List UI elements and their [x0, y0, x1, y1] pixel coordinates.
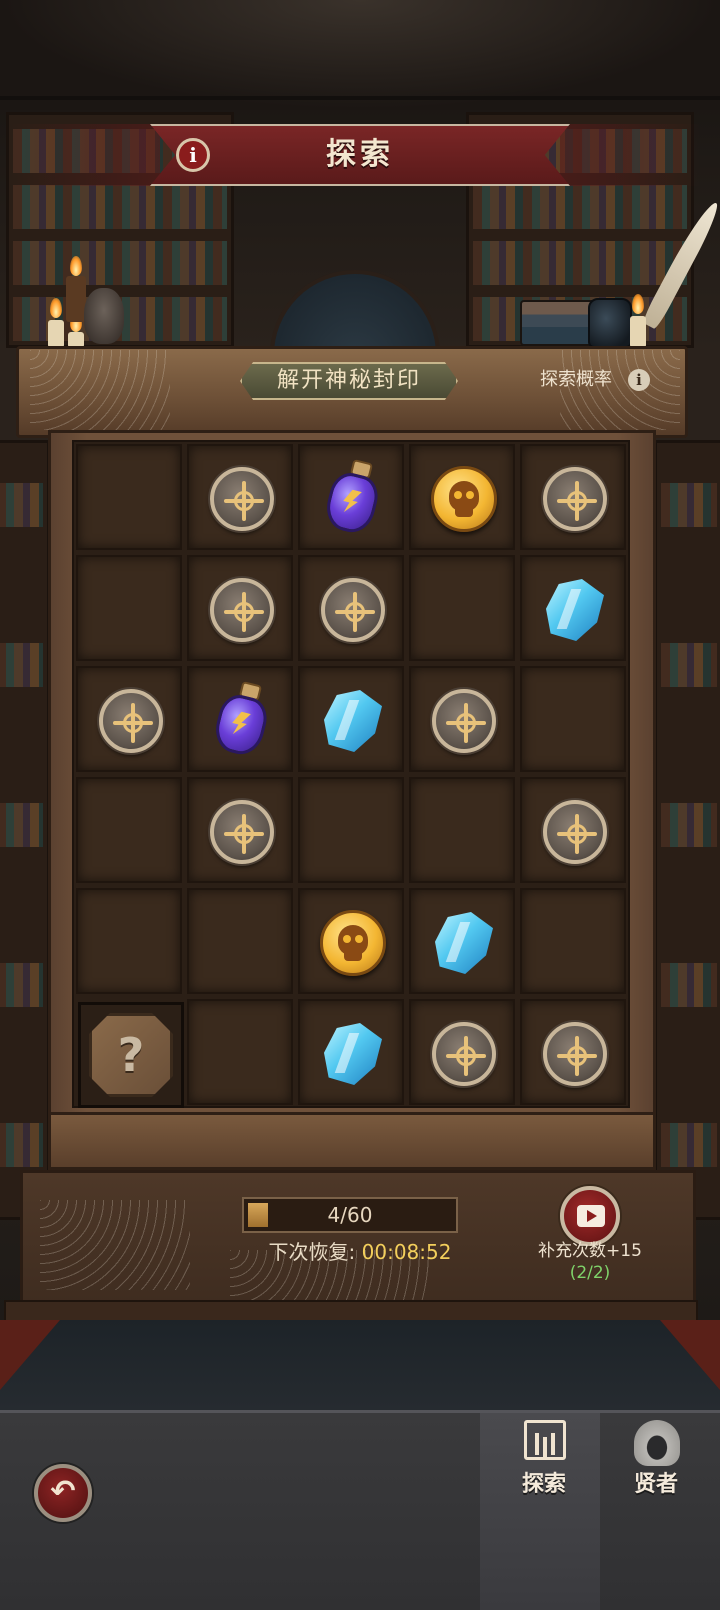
- compass-medal-icon: [321, 578, 385, 642]
- candle-left-1: [48, 320, 64, 348]
- refill-label: 补充次数+15: [538, 1241, 642, 1261]
- cabinet-base: [48, 1112, 656, 1170]
- grid-cell[interactable]: [520, 555, 626, 661]
- candle-left-3: [66, 276, 86, 322]
- floor-rug: [0, 1320, 720, 1410]
- grid-cell[interactable]: [409, 555, 515, 661]
- candle-flame-icon: [70, 256, 82, 276]
- grid-cell[interactable]: [298, 555, 404, 661]
- grid-cell[interactable]: [298, 999, 404, 1105]
- page-title: 探索: [326, 137, 394, 172]
- blue-crystal-icon: [324, 1023, 382, 1085]
- compass-medal-icon: [543, 467, 607, 531]
- next-recovery: 下次恢复: 00:08:52: [200, 1238, 520, 1266]
- grid-cell[interactable]: [76, 888, 182, 994]
- compass-medal-icon: [210, 800, 274, 864]
- grid-cell[interactable]: [187, 888, 293, 994]
- compass-medal-icon: [543, 1022, 607, 1086]
- grid-cell[interactable]: [76, 555, 182, 661]
- watch-video-refill-button[interactable]: [560, 1186, 620, 1246]
- grid-cell[interactable]: [409, 999, 515, 1105]
- banner-fade-right: [560, 124, 700, 186]
- tab-sage-label[interactable]: 贤者: [634, 1466, 678, 1498]
- compass-medal-icon: [99, 689, 163, 753]
- candle-flame-icon: [50, 298, 62, 318]
- grid-cell[interactable]: [520, 444, 626, 550]
- grid-cell[interactable]: [409, 666, 515, 772]
- cobweb-decoration: [30, 350, 170, 430]
- compass-medal-icon: [432, 1022, 496, 1086]
- grid-cell[interactable]: [520, 999, 626, 1105]
- probability-info-icon[interactable]: i: [628, 369, 650, 391]
- skull-coin-icon: [320, 910, 386, 976]
- grid-cell[interactable]: [187, 777, 293, 883]
- grid-cell[interactable]: [298, 666, 404, 772]
- grid-cell[interactable]: [187, 555, 293, 661]
- ceiling: [0, 0, 720, 110]
- grid-cell[interactable]: [187, 444, 293, 550]
- skull-decoration-icon: [84, 288, 124, 344]
- cobweb-decoration: [40, 1200, 190, 1290]
- bottom-nav: [0, 1410, 720, 1610]
- unseal-label[interactable]: 解开神秘封印: [240, 362, 458, 400]
- next-recovery-time: 00:08:52: [361, 1240, 452, 1264]
- grid-cell[interactable]: [520, 888, 626, 994]
- ceiling-beam: [0, 96, 720, 100]
- next-recovery-label: 下次恢复:: [268, 1240, 356, 1264]
- blue-crystal-icon: [435, 912, 493, 974]
- inkpot-icon: [588, 298, 632, 348]
- tab-explore-label: 探索: [522, 1472, 567, 1497]
- candle-right: [630, 316, 646, 348]
- candle-flame-icon: [632, 294, 644, 314]
- energy-count: 4/60: [327, 1203, 373, 1227]
- sage-hood-icon[interactable]: [634, 1420, 680, 1466]
- grid-cell[interactable]: [76, 444, 182, 550]
- game-scene: 探索 i 解开神秘封印 探索概率 i ? 4/60 下次恢复: 00:08:52…: [0, 0, 720, 1610]
- grid-cell[interactable]: [520, 666, 626, 772]
- grid-cell[interactable]: [76, 777, 182, 883]
- compass-medal-icon: [543, 800, 607, 864]
- grid-cell[interactable]: [298, 777, 404, 883]
- back-arrow-icon[interactable]: ↶: [34, 1464, 92, 1522]
- energy-potion-icon: [206, 677, 277, 766]
- refill-count: (2/2): [569, 1263, 611, 1283]
- mystery-seal-tile[interactable]: ?: [78, 1002, 184, 1108]
- explore-library-icon: [524, 1420, 566, 1460]
- compass-medal-icon: [210, 467, 274, 531]
- grid-cell[interactable]: [298, 888, 404, 994]
- grid-cell[interactable]: [187, 666, 293, 772]
- blue-crystal-icon: [546, 579, 604, 641]
- grid-cell[interactable]: [409, 888, 515, 994]
- video-play-icon: [577, 1205, 605, 1227]
- blue-crystal-icon: [324, 690, 382, 752]
- energy-potion-icon: [317, 455, 388, 544]
- bookshelf-side-left: [0, 440, 50, 1220]
- compass-medal-icon: [210, 578, 274, 642]
- grid-cell[interactable]: [187, 999, 293, 1105]
- grid-cell[interactable]: [409, 777, 515, 883]
- banner-fade-left: [10, 124, 160, 186]
- info-button[interactable]: i: [176, 138, 210, 172]
- grid-cell[interactable]: [298, 444, 404, 550]
- skull-coin-icon: [431, 466, 497, 532]
- grid-cell[interactable]: [409, 444, 515, 550]
- grid-cell[interactable]: [520, 777, 626, 883]
- bookshelf-side-right: [654, 440, 720, 1220]
- compass-medal-icon: [432, 689, 496, 753]
- question-mark-icon: ?: [117, 1028, 145, 1082]
- grid-cell[interactable]: [76, 666, 182, 772]
